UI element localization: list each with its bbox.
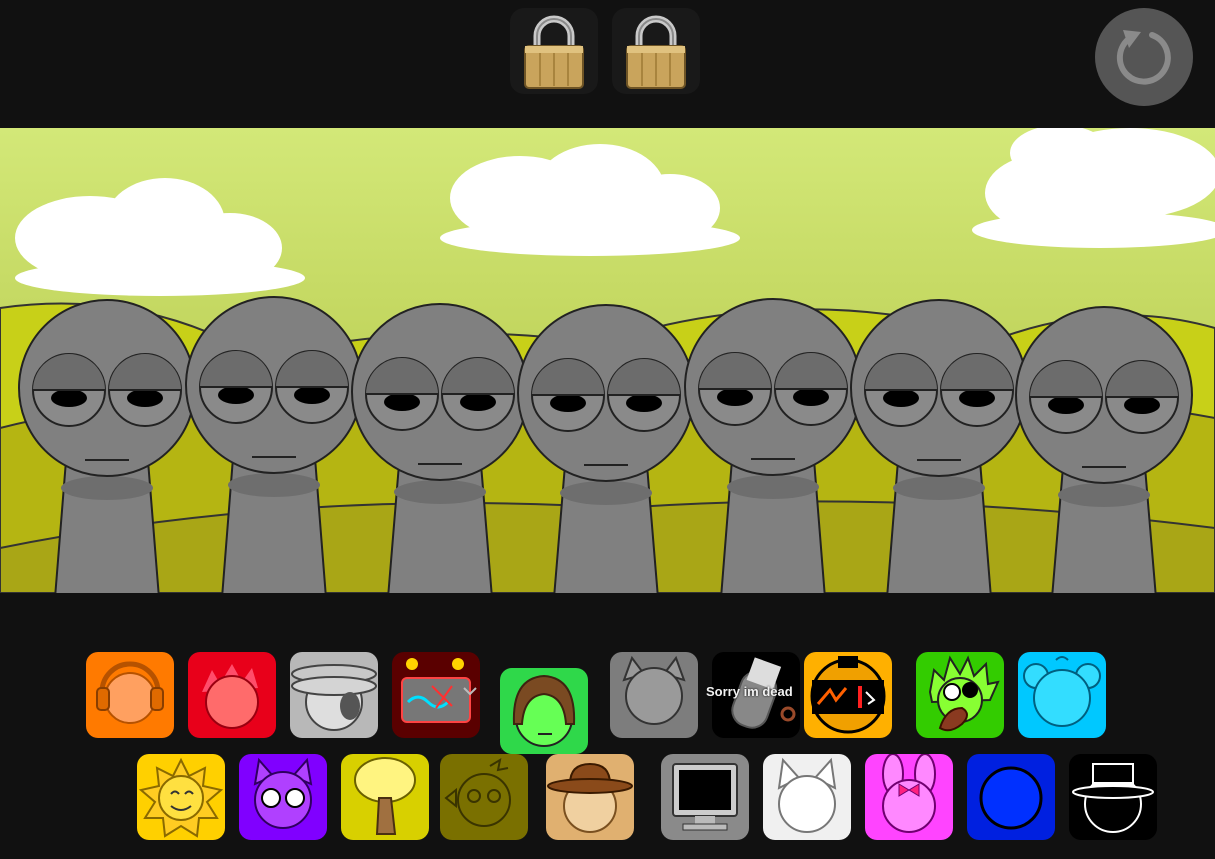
palette-icon-blue-circle[interactable] xyxy=(967,754,1055,840)
palette-icon-gray-computer[interactable] xyxy=(661,754,749,840)
tooltip-text: Sorry im dead xyxy=(706,684,793,699)
palette-icon-orange-headphones[interactable] xyxy=(86,652,174,738)
palette-icon-yellow-sun[interactable] xyxy=(137,754,225,840)
reset-icon xyxy=(1116,30,1171,85)
padlock-icon xyxy=(524,15,584,89)
palette-icon-yellow-robot[interactable] xyxy=(804,652,892,738)
palette-icon-olive-robot[interactable] xyxy=(440,754,528,840)
palette-icon-white-cat[interactable] xyxy=(763,754,851,840)
palette-icon-pink-bunny[interactable] xyxy=(865,754,953,840)
palette-icon-yellow-tree[interactable] xyxy=(341,754,429,840)
reset-button[interactable] xyxy=(1095,8,1193,106)
palette-icon-dark-robot[interactable] xyxy=(392,652,480,738)
palette-icon-red-spiky[interactable] xyxy=(188,652,276,738)
palette-icon-black-tophat[interactable] xyxy=(1069,754,1157,840)
palette-icon-green-hair[interactable] xyxy=(500,668,588,754)
palette-icon-cyan-bear[interactable] xyxy=(1018,652,1106,738)
palette-icon-gray-hat[interactable] xyxy=(290,652,378,738)
palette-icon-purple-devil[interactable] xyxy=(239,754,327,840)
lock-button-2[interactable] xyxy=(612,8,700,94)
lock-button-1[interactable] xyxy=(510,8,598,94)
palette-icon-brown-hat[interactable] xyxy=(546,754,634,840)
stage-scene xyxy=(0,128,1215,593)
padlock-icon xyxy=(626,15,686,89)
palette-icon-gray-cat[interactable] xyxy=(610,652,698,738)
top-bar xyxy=(0,0,1215,128)
palette-icon-green-spiky[interactable] xyxy=(916,652,1004,738)
stage xyxy=(0,128,1215,593)
